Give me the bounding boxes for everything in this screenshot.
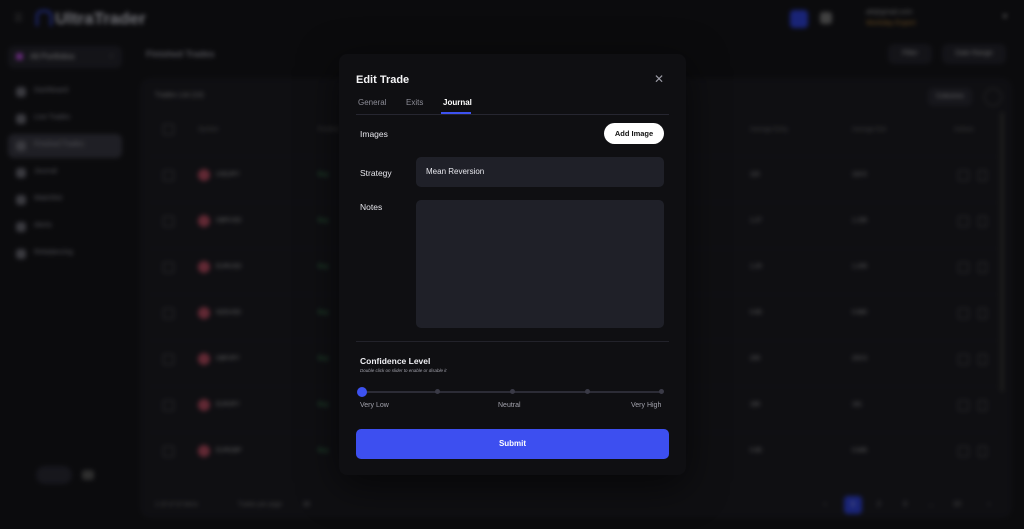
- confidence-hint: Double click on slider to enable or disa…: [360, 368, 447, 373]
- notes-textarea[interactable]: [416, 200, 664, 328]
- slider-label-neutral: Neutral: [498, 402, 521, 409]
- slider-tick: [510, 389, 515, 394]
- slider-tick: [435, 389, 440, 394]
- tab-exits[interactable]: Exits: [406, 98, 423, 107]
- active-tab-indicator: [441, 112, 471, 114]
- notes-label: Notes: [360, 202, 383, 212]
- tab-general[interactable]: General: [358, 98, 386, 107]
- slider-label-very-low: Very Low: [360, 402, 389, 409]
- slider-tick: [659, 389, 664, 394]
- section-divider: [356, 341, 669, 342]
- confidence-slider-thumb[interactable]: [357, 387, 367, 397]
- slider-tick: [585, 389, 590, 394]
- submit-button[interactable]: Submit: [356, 429, 669, 459]
- add-image-button[interactable]: Add Image: [604, 123, 664, 144]
- strategy-value: Mean Reversion: [426, 167, 485, 176]
- strategy-label: Strategy: [360, 168, 392, 178]
- edit-trade-modal: Edit Trade ✕ General Exits Journal Image…: [339, 54, 686, 475]
- tab-journal[interactable]: Journal: [443, 98, 472, 107]
- tabs-divider: [356, 114, 669, 115]
- images-label: Images: [360, 129, 388, 139]
- close-icon[interactable]: ✕: [654, 72, 664, 86]
- confidence-title: Confidence Level: [360, 356, 431, 366]
- modal-title: Edit Trade: [356, 74, 410, 86]
- slider-label-very-high: Very High: [631, 402, 662, 409]
- strategy-select[interactable]: Mean Reversion: [416, 157, 664, 187]
